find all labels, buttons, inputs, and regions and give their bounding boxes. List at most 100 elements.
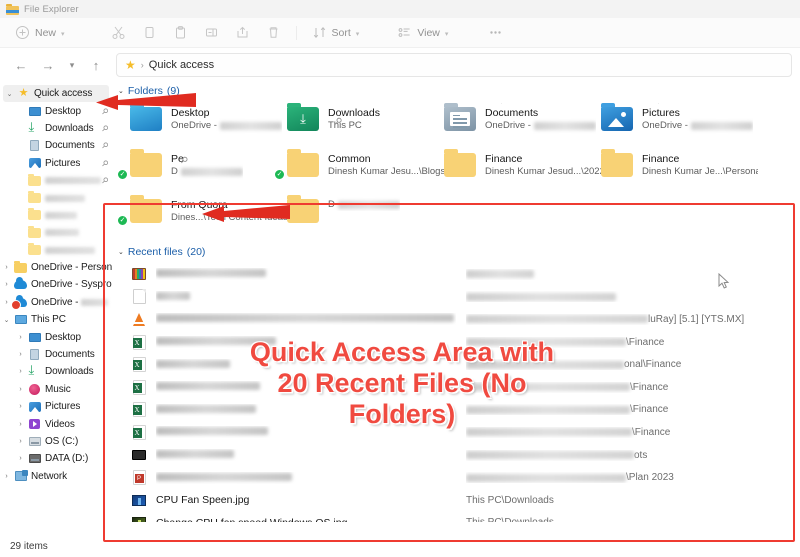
address-bar-row: ← → ▾ ↑ ★ › Quick access xyxy=(0,48,800,82)
recent-file-row[interactable]: X \Finance xyxy=(112,376,800,399)
folder-name: From Quora xyxy=(171,199,228,211)
chevron-right-icon[interactable]: › xyxy=(0,281,13,288)
chevron-right-icon[interactable]: › xyxy=(14,334,27,341)
navigation-pane: ⌄★Quick accessDesktop⚲Downloads⚲Document… xyxy=(0,82,112,522)
copy-button[interactable] xyxy=(135,22,164,44)
folder-name: Finance xyxy=(642,153,680,165)
recent-file-row[interactable]: X \Finance xyxy=(112,421,800,444)
sidebar-item-hidden-7[interactable] xyxy=(0,207,112,224)
file-path-tail: \Finance xyxy=(626,336,665,348)
recent-file-row[interactable]: X \Finance xyxy=(112,331,800,354)
sidebar-item-downloads[interactable]: Downloads ⚲ xyxy=(0,119,112,137)
recent-file-row[interactable]: luRay] [5.1] [YTS.MX] xyxy=(112,308,800,331)
redacted-location xyxy=(337,201,400,209)
recent-locations-button[interactable]: ▾ xyxy=(62,53,82,77)
folder-tile[interactable]: ✓ From Quora Dines...\Tech Content Ideas xyxy=(117,195,287,239)
folder-tile[interactable]: Finance Dinesh Kumar Jesud...\2022 xyxy=(444,149,601,193)
sidebar-item-hidden-8[interactable] xyxy=(0,224,112,241)
sidebar-item-onedrive-sysprobs[interactable]: › OneDrive - Sysprobs. xyxy=(0,276,112,293)
sidebar-item-label: OS (C:) xyxy=(45,436,79,447)
sidebar-item-desktop[interactable]: › Desktop xyxy=(0,328,112,345)
file-path-tail: \Plan 2023 xyxy=(626,472,674,484)
folder-tile[interactable]: Finance Dinesh Kumar Je...\Personal xyxy=(601,149,758,193)
pictures-icon xyxy=(27,401,42,412)
sidebar-item-onedrive[interactable]: › OneDrive - xyxy=(0,294,112,311)
sidebar-item-pictures[interactable]: › Pictures xyxy=(0,398,112,415)
redacted-file-name xyxy=(156,359,230,368)
see-more-button[interactable] xyxy=(481,22,510,44)
chevron-right-icon[interactable]: › xyxy=(14,403,27,410)
rename-button[interactable] xyxy=(197,22,226,44)
breadcrumb-quick-access[interactable]: Quick access xyxy=(149,59,214,71)
sidebar-item-hidden-5[interactable]: ⚲ xyxy=(0,172,112,189)
chevron-right-icon[interactable]: › xyxy=(14,351,27,358)
folder-tile[interactable]: ✓ Pe D ⚲ xyxy=(117,149,287,193)
chevron-down-icon[interactable]: ⌄ xyxy=(0,316,13,324)
sidebar-item-documents[interactable]: Documents ⚲ xyxy=(0,137,112,154)
recent-file-row[interactable]: ots xyxy=(112,444,800,467)
recent-files-group-header[interactable]: ⌄ Recent files (20) xyxy=(112,243,800,261)
back-button[interactable]: ← xyxy=(8,53,34,77)
cut-button[interactable] xyxy=(104,22,133,44)
redacted-file-name xyxy=(156,382,260,391)
sidebar-item-onedrive-personal[interactable]: › OneDrive - Personal xyxy=(0,259,112,276)
share-button[interactable] xyxy=(228,22,257,44)
sidebar-item-label: Videos xyxy=(45,418,75,430)
share-icon xyxy=(235,25,250,40)
folders-group-label: Folders xyxy=(127,85,163,97)
sidebar-item-documents[interactable]: › Documents xyxy=(0,346,112,363)
new-button[interactable]: New ▾ xyxy=(8,22,72,44)
sidebar-item-os-c[interactable]: › OS (C:) xyxy=(0,433,112,450)
chevron-right-icon[interactable]: › xyxy=(0,264,13,271)
sidebar-item-videos[interactable]: › Videos xyxy=(0,415,112,432)
chevron-right-icon[interactable]: › xyxy=(14,368,27,375)
sidebar-item-data-d[interactable]: › DATA (D:) xyxy=(0,450,112,467)
chevron-right-icon[interactable]: › xyxy=(14,438,27,445)
folder-tile[interactable]: D xyxy=(287,195,444,239)
redacted-label xyxy=(45,211,77,219)
recent-file-row[interactable]: Xonal\Finance xyxy=(112,353,800,376)
sidebar-item-this-pc[interactable]: ⌄ This PC xyxy=(0,311,112,328)
file-path-tail: \Finance xyxy=(630,381,669,393)
sidebar-item-network[interactable]: › Network xyxy=(0,468,112,485)
recent-file-row[interactable]: P \Plan 2023 xyxy=(112,466,800,489)
chevron-down-icon[interactable]: ⌄ xyxy=(3,90,16,98)
recent-file-row[interactable] xyxy=(112,286,800,309)
sidebar-item-quick-access[interactable]: ⌄ ★ Quick access xyxy=(3,85,109,103)
paste-button[interactable] xyxy=(166,22,195,44)
folder-tile-meta: Downloads This PC ⚲ xyxy=(328,103,380,143)
folders-group-count: (9) xyxy=(166,85,180,97)
sidebar-item-pictures[interactable]: Pictures ⚲ xyxy=(0,155,112,172)
sidebar-item-hidden-9[interactable] xyxy=(0,242,112,259)
folder-tile[interactable]: DesktopOneDrive - ⚲ xyxy=(130,103,287,147)
chevron-down-icon: ▾ xyxy=(355,30,360,38)
up-button[interactable]: ↑ xyxy=(83,53,109,77)
view-button[interactable]: View ▾ xyxy=(390,22,455,44)
sort-button[interactable]: Sort ▾ xyxy=(305,22,367,44)
folders-group-header[interactable]: ⌄ Folders (9) xyxy=(112,82,800,100)
sidebar-item-desktop[interactable]: Desktop ⚲ xyxy=(0,102,112,119)
folder-tile[interactable]: DocumentsOneDrive - ⚲ xyxy=(444,103,601,147)
chevron-right-icon[interactable]: › xyxy=(14,386,27,393)
sidebar-item-hidden-6[interactable] xyxy=(0,189,112,206)
address-bar[interactable]: ★ › Quick access xyxy=(116,53,792,77)
recent-file-row[interactable]: CPU Fan Speen.jpg This PC\Downloads xyxy=(112,489,800,512)
folder-tile-meta: Finance Dinesh Kumar Je...\Personal xyxy=(642,149,758,178)
recent-file-row[interactable] xyxy=(112,263,800,286)
recent-file-row[interactable]: Change CPU fan speed Windows OS.jpg This … xyxy=(112,512,800,522)
pin-icon: ⚲ xyxy=(99,140,111,152)
chevron-right-icon[interactable]: › xyxy=(14,455,27,462)
sidebar-item-downloads[interactable]: › Downloads xyxy=(0,362,112,380)
redacted-file-path xyxy=(466,405,630,414)
sidebar-item-music[interactable]: › Music xyxy=(0,381,112,398)
toolbar-divider xyxy=(295,25,297,40)
chevron-right-icon[interactable]: › xyxy=(14,421,27,428)
forward-button[interactable]: → xyxy=(35,53,61,77)
folder-tile[interactable]: ⤓ Downloads This PC ⚲ xyxy=(287,103,444,147)
folder-tile[interactable]: ✓ Common Dinesh Kumar Jesu...\Blogs xyxy=(274,149,444,193)
recent-file-row[interactable]: X \Finance xyxy=(112,399,800,422)
folder-tile[interactable]: PicturesOneDrive - ⚲ xyxy=(601,103,758,147)
chevron-right-icon[interactable]: › xyxy=(0,473,13,480)
network-icon xyxy=(13,470,28,482)
delete-button[interactable] xyxy=(259,22,288,44)
